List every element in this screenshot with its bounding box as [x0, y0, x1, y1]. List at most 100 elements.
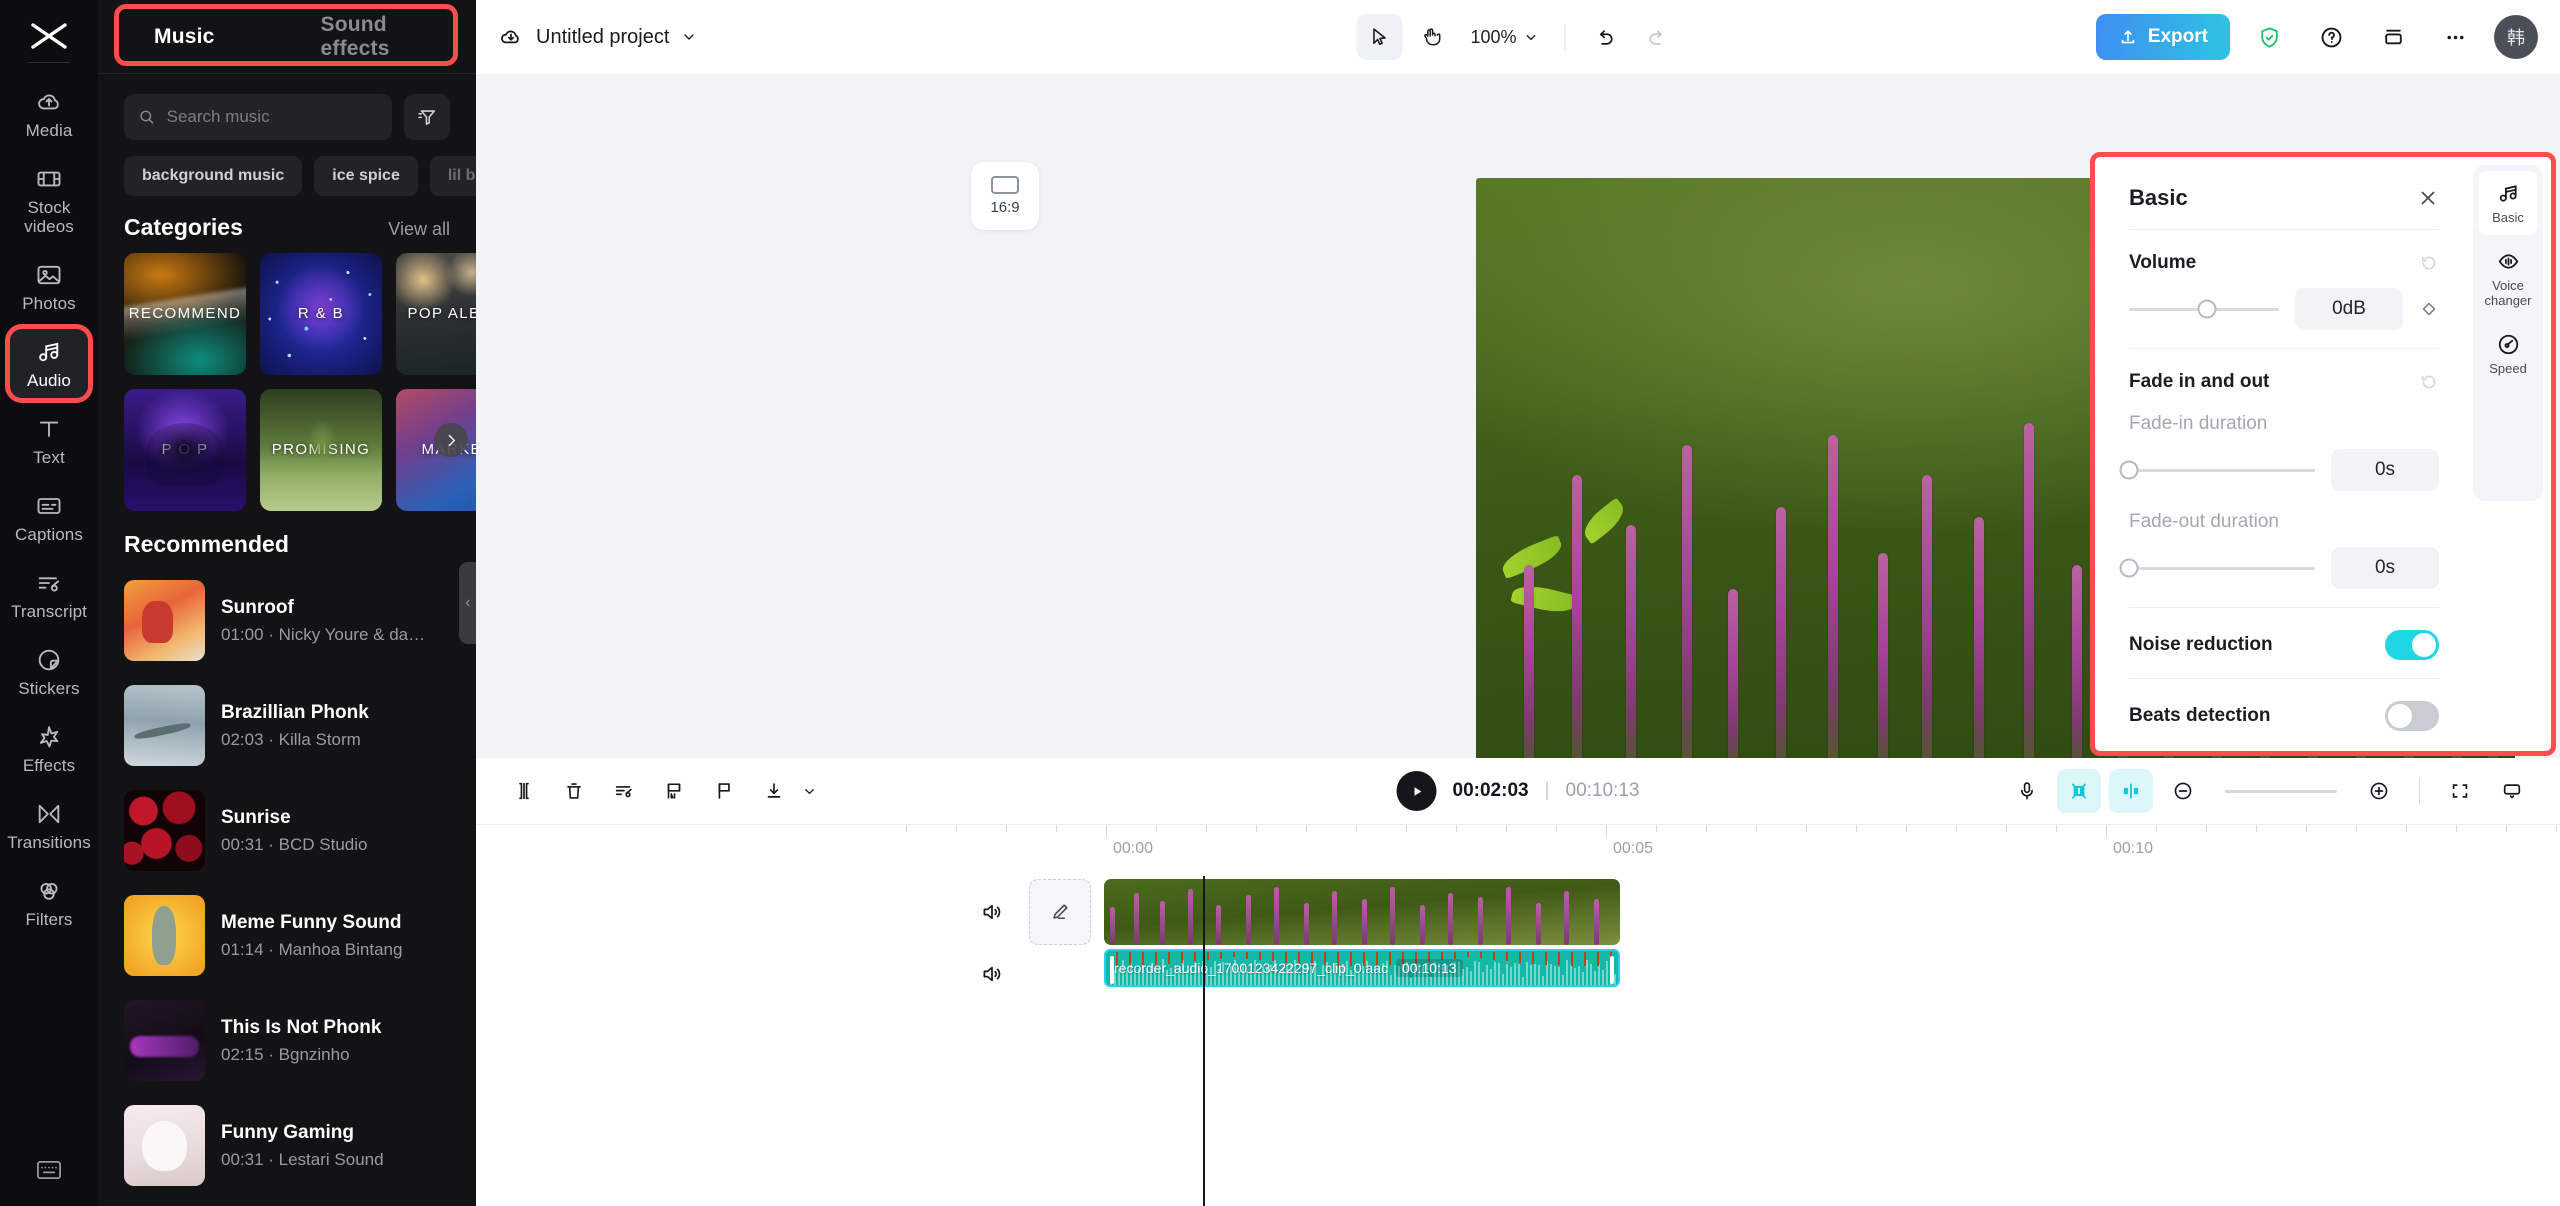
video-clip[interactable] — [1104, 879, 1620, 945]
search-input[interactable] — [167, 107, 378, 127]
download-button[interactable] — [752, 769, 796, 813]
ai-caption-button[interactable] — [652, 769, 696, 813]
undo-button[interactable] — [1582, 14, 1628, 60]
list-item[interactable]: Meme Funny Sound 01:14 · Manhoa Bintang — [124, 883, 476, 988]
volume-slider-track[interactable] — [2129, 308, 2279, 311]
more-button[interactable] — [2432, 14, 2478, 60]
tag-chip[interactable]: lil b — [430, 156, 476, 196]
tab-music[interactable]: Music — [154, 25, 215, 49]
audio-clip[interactable]: recorder_audio_1700123422297_clip_0.aac … — [1104, 949, 1620, 987]
beats-detection-toggle[interactable] — [2385, 701, 2439, 731]
playhead[interactable] — [1203, 876, 1205, 1206]
list-item[interactable]: Brazillian Phonk 02:03 · Killa Storm — [124, 673, 476, 778]
list-item[interactable]: Sunrise 00:31 · BCD Studio — [124, 778, 476, 883]
project-menu[interactable]: Untitled project — [498, 24, 697, 50]
aspect-ratio-badge[interactable]: 16:9 — [971, 162, 1039, 230]
tab-basic[interactable]: Basic — [2478, 171, 2538, 235]
help-button[interactable] — [2308, 14, 2354, 60]
category-card[interactable]: R & B — [260, 253, 382, 375]
video-track-mute-button[interactable] — [974, 894, 1010, 930]
category-card[interactable]: POP ALBUM — [396, 253, 476, 375]
sidebar-item-transitions[interactable]: Transitions — [10, 791, 88, 860]
fade-out-slider-track[interactable] — [2129, 567, 2315, 570]
zoom-in-button[interactable] — [2357, 769, 2401, 813]
fade-out-slider-knob[interactable] — [2120, 559, 2139, 578]
search-input-wrapper[interactable] — [124, 94, 392, 140]
ruler-time-label: 00:05 — [1613, 840, 1653, 858]
preview-monitor-button[interactable] — [2490, 769, 2534, 813]
snap-button[interactable] — [2109, 769, 2153, 813]
categories-next-button[interactable] — [434, 423, 468, 457]
audio-track-mute-button[interactable] — [974, 956, 1010, 992]
volume-value[interactable]: 0dB — [2295, 288, 2403, 330]
waveform-bar — [1486, 965, 1488, 985]
sidebar-item-stock-videos[interactable]: Stock videos — [10, 156, 88, 244]
volume-slider-knob[interactable] — [2198, 300, 2217, 319]
close-button[interactable] — [2417, 187, 2439, 209]
export-button[interactable]: Export — [2096, 14, 2230, 60]
fade-out-value[interactable]: 0s — [2331, 547, 2439, 589]
redo-button[interactable] — [1634, 14, 1680, 60]
categories-carousel: RECOMMEND R & B POP ALBUM P O P PROMISIN… — [98, 241, 476, 511]
timeline-zoom-slider[interactable] — [2225, 790, 2337, 793]
fit-screen-button[interactable] — [2438, 769, 2482, 813]
marker-button[interactable] — [702, 769, 746, 813]
shield-button[interactable] — [2246, 14, 2292, 60]
fade-in-slider-track[interactable] — [2129, 469, 2315, 472]
sidebar-item-transcript[interactable]: Transcript — [10, 560, 88, 629]
clip-left-handle[interactable] — [1110, 956, 1114, 984]
record-voiceover-button[interactable] — [2005, 769, 2049, 813]
sidebar-item-audio[interactable]: Audio — [10, 329, 88, 398]
sidebar-item-captions[interactable]: Captions — [10, 483, 88, 552]
edit-clip-button[interactable] — [1029, 879, 1091, 945]
playback-controls: 00:02:03 | 00:10:13 — [1397, 771, 1640, 811]
download-menu-button[interactable] — [802, 784, 817, 799]
zoom-level-select[interactable]: 100% — [1460, 27, 1548, 48]
waveform-bar — [1534, 964, 1536, 985]
category-card[interactable]: RECOMMEND — [124, 253, 246, 375]
capcut-logo-icon[interactable] — [29, 22, 69, 50]
volume-reset-button[interactable] — [2419, 253, 2439, 273]
fade-in-value[interactable]: 0s — [2331, 449, 2439, 491]
sidebar-item-photos[interactable]: Photos — [10, 252, 88, 321]
fade-in-slider-knob[interactable] — [2120, 461, 2139, 480]
audio-clip-duration: 00:10:13 — [1396, 959, 1463, 977]
timeline-ruler[interactable]: 00:0000:0500:1000:1500:2000:2500:3000:35 — [476, 824, 2560, 876]
sidebar-item-text[interactable]: Text — [10, 406, 88, 475]
noise-reduction-toggle[interactable] — [2385, 630, 2439, 660]
category-card[interactable]: PROMISING — [260, 389, 382, 511]
fade-reset-button[interactable] — [2419, 372, 2439, 392]
tab-voice-changer[interactable]: Voice changer — [2478, 239, 2538, 318]
view-all-link[interactable]: View all — [388, 219, 450, 240]
library-collapse-handle[interactable] — [459, 562, 476, 644]
tab-speed[interactable]: Speed — [2478, 322, 2538, 386]
select-tool-button[interactable] — [1356, 14, 1402, 60]
sidebar-item-media[interactable]: Media — [10, 79, 88, 148]
layers-button[interactable] — [2370, 14, 2416, 60]
zoom-out-button[interactable] — [2161, 769, 2205, 813]
sidebar-item-effects[interactable]: Effects — [10, 714, 88, 783]
category-card[interactable]: P O P — [124, 389, 246, 511]
list-item[interactable]: Funny Gaming 00:31 · Lestari Sound — [124, 1093, 476, 1198]
keyboard-shortcuts-button[interactable] — [0, 1158, 98, 1182]
delete-button[interactable] — [552, 769, 596, 813]
sidebar-item-filters[interactable]: Filters — [10, 868, 88, 937]
sidebar-item-stickers[interactable]: Stickers — [10, 637, 88, 706]
list-item[interactable]: Sunroof 01:00 · Nicky Youre & da… — [124, 568, 476, 673]
hand-tool-button[interactable] — [1408, 14, 1454, 60]
basic-panel-card: Basic Volume — [2103, 165, 2465, 751]
clip-right-handle[interactable] — [1610, 956, 1614, 984]
tag-chip[interactable]: background music — [124, 156, 302, 196]
split-button[interactable] — [502, 769, 546, 813]
volume-keyframe-button[interactable] — [2419, 299, 2439, 319]
avatar[interactable]: 韩 — [2494, 15, 2538, 59]
waveform-bar — [1598, 964, 1600, 985]
transcript-button[interactable] — [602, 769, 646, 813]
tab-sound-effects[interactable]: Sound effects — [321, 13, 446, 61]
list-item[interactable]: This Is Not Phonk 02:15 · Bgnzinho — [124, 988, 476, 1093]
reset-icon — [2419, 372, 2439, 392]
filter-button[interactable] — [404, 94, 450, 140]
play-button[interactable] — [1397, 771, 1437, 811]
auto-cut-button[interactable] — [2057, 769, 2101, 813]
tag-chip[interactable]: ice spice — [314, 156, 418, 196]
